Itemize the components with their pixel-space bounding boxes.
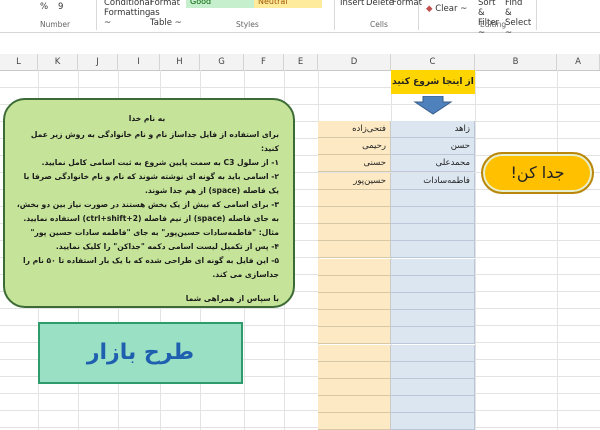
column-c-cell[interactable]: [391, 276, 475, 293]
row-gridline: [0, 308, 600, 309]
comma-style-button[interactable]: 9: [58, 2, 63, 12]
column-c-cell[interactable]: [391, 362, 475, 379]
ribbon: % 9 Number Conditional Formatting ~ Form…: [0, 0, 600, 38]
insert-cells-button[interactable]: Insert: [340, 0, 364, 8]
row-gridline: [0, 410, 600, 411]
formula-bar-area: [0, 33, 600, 55]
style-neutral[interactable]: Neutral: [254, 0, 322, 8]
column-c-cell[interactable]: [391, 413, 475, 430]
editing-group-label: Editing: [480, 20, 507, 29]
column-c-cell[interactable]: [391, 345, 475, 362]
column-d-cell[interactable]: [318, 396, 391, 413]
column-d-cell[interactable]: [318, 259, 391, 276]
column-header-a[interactable]: A: [557, 54, 600, 70]
cells-group-label: Cells: [370, 20, 388, 29]
column-d-cell[interactable]: حسین‌پور: [318, 173, 391, 190]
instructions-line-3: ۲- اسامی باید به گونه ای نوشته شوند که ن…: [23, 172, 279, 195]
style-good[interactable]: Good: [186, 0, 254, 8]
eraser-icon: ◆: [426, 4, 433, 14]
instructions-line-6: ۴- پس از تکمیل لیست اسامی دکمه "جداکن" ر…: [55, 242, 279, 251]
separate-names-button[interactable]: جدا کن!: [481, 152, 594, 194]
column-d-cell[interactable]: [318, 276, 391, 293]
column-d-cell[interactable]: [318, 345, 391, 362]
column-header-i[interactable]: I: [118, 54, 160, 70]
instructions-line-7: ۵- این فایل به گونه ای طراحی شده که با ی…: [23, 256, 279, 279]
instructions-line-1: برای استفاده از فایل جداساز نام و نام خا…: [30, 130, 279, 153]
column-c-cell[interactable]: [391, 396, 475, 413]
column-c-cell[interactable]: [391, 293, 475, 310]
tarh-bazar-logo: طرح بازار: [38, 322, 243, 384]
column-d-cell[interactable]: [318, 379, 391, 396]
column-c-cell[interactable]: محمدعلی: [391, 155, 475, 172]
column-c-cell[interactable]: [391, 224, 475, 241]
start-here-label: از اینجا شروع کنید: [391, 70, 475, 94]
column-header-b[interactable]: B: [475, 54, 557, 70]
delete-cells-button[interactable]: Delete: [366, 0, 394, 8]
row-gridline: [0, 393, 600, 394]
column-header-e[interactable]: E: [284, 54, 318, 70]
instructions-title: به نام خدا: [128, 114, 166, 123]
column-header-row: L K J I H G F E D C B A: [0, 54, 600, 71]
column-c-cell[interactable]: فاطمه‌سادات: [391, 173, 475, 190]
column-c-cell[interactable]: [391, 190, 475, 207]
column-c-cell[interactable]: [391, 310, 475, 327]
row-gridline: [0, 87, 600, 88]
clear-button[interactable]: ◆ Clear ~: [426, 4, 467, 14]
column-c-cell[interactable]: حسن: [391, 138, 475, 155]
column-d-cell[interactable]: [318, 224, 391, 241]
column-header-d[interactable]: D: [318, 54, 391, 70]
column-d-cell[interactable]: [318, 207, 391, 224]
column-d-cell[interactable]: حسنی: [318, 155, 391, 172]
instructions-signature: با سپاس از همراهی شما: [185, 294, 279, 303]
column-header-k[interactable]: K: [38, 54, 78, 70]
column-d-cell[interactable]: فتحی‌زاده: [318, 121, 391, 138]
column-header-g[interactable]: G: [200, 54, 244, 70]
format-as-table-button[interactable]: Format as Table ~: [150, 0, 184, 28]
column-c-cell[interactable]: [391, 241, 475, 258]
column-d-cell[interactable]: [318, 241, 391, 258]
column-c-cell[interactable]: زاهد: [391, 121, 475, 138]
column-d-cell[interactable]: رحیمی: [318, 138, 391, 155]
column-header-h[interactable]: H: [160, 54, 200, 70]
clear-label: Clear ~: [435, 4, 468, 14]
styles-group-label: Styles: [236, 20, 259, 29]
column-header-c[interactable]: C: [391, 54, 475, 70]
down-arrow-icon: [413, 96, 453, 115]
column-d-cell[interactable]: [318, 190, 391, 207]
column-c-cell[interactable]: [391, 259, 475, 276]
column-header-f[interactable]: F: [244, 54, 284, 70]
instructions-line-4: ۳- برای اسامی که بیش از یک بخش هستند در …: [16, 200, 279, 223]
number-group-label: Number: [40, 20, 71, 29]
column-c-cell[interactable]: [391, 379, 475, 396]
conditional-formatting-button[interactable]: Conditional Formatting ~: [104, 0, 152, 28]
column-d-cell[interactable]: [318, 362, 391, 379]
column-d-cell[interactable]: [318, 293, 391, 310]
instructions-line-2: ۱- از سلول C3 به سمت پایین شروع به ثبت ا…: [41, 158, 279, 167]
column-c-cell[interactable]: [391, 327, 475, 344]
percent-style-button[interactable]: %: [40, 2, 48, 12]
column-d-cell[interactable]: [318, 413, 391, 430]
column-header-l[interactable]: L: [0, 54, 38, 70]
column-c-cell[interactable]: [391, 207, 475, 224]
column-d-cell[interactable]: [318, 327, 391, 344]
row-gridline: [0, 427, 600, 428]
instructions-line-5: مثال: "فاطمه‌سادات حسین‌پور" به جای "فاط…: [30, 228, 279, 237]
column-d-cell[interactable]: [318, 310, 391, 327]
column-header-j[interactable]: J: [78, 54, 118, 70]
instructions-panel: به نام خدا برای استفاده از فایل جداساز ن…: [3, 98, 295, 308]
